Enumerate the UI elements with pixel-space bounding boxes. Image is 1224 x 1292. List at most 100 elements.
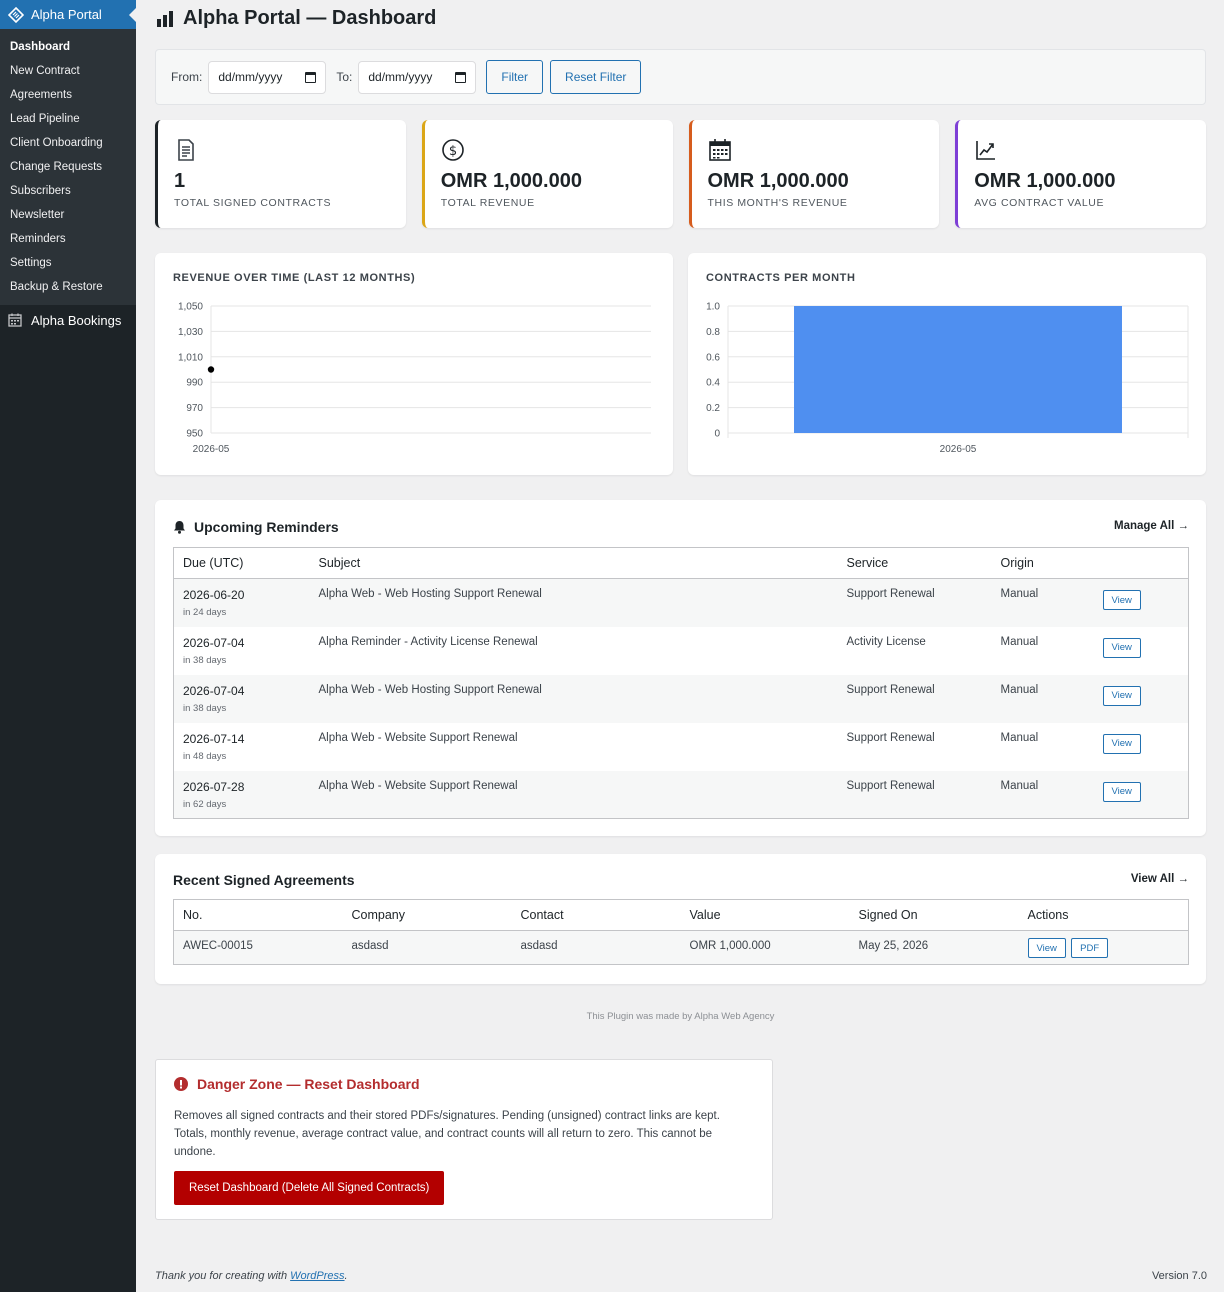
contracts-chart-title: CONTRACTS PER MONTH — [706, 272, 856, 284]
service-cell: Support Renewal — [846, 731, 935, 744]
sidebar-item-lead-pipeline[interactable]: Lead Pipeline — [0, 107, 136, 131]
admin-sidebar: Alpha Portal Dashboard New Contract Agre… — [0, 0, 136, 1292]
view-button[interactable]: View — [1102, 590, 1141, 610]
subject-cell: Alpha Web - Web Hosting Support Renewal — [309, 674, 838, 723]
sidebar-item-dashboard[interactable]: Dashboard — [0, 35, 136, 59]
page-title-text: Alpha Portal — Dashboard — [183, 7, 437, 29]
reset-filter-button[interactable]: Reset Filter — [550, 60, 642, 94]
sidebar-brand-label: Alpha Portal — [31, 7, 102, 22]
footer-thanks: Thank you for creating with WordPress. — [155, 1270, 348, 1282]
y-tick-label: 1,010 — [178, 352, 203, 363]
agreement-contact: asdasd — [511, 930, 681, 965]
origin-cell: Manual — [1000, 635, 1039, 648]
document-icon — [174, 138, 198, 162]
y-tick-label: 0.2 — [706, 403, 720, 414]
y-tick-label: 0.6 — [706, 352, 720, 363]
sidebar-item-backup-restore[interactable]: Backup & Restore — [0, 275, 136, 299]
wp-footer: Thank you for creating with WordPress. V… — [155, 1270, 1207, 1282]
column-header — [1093, 547, 1189, 579]
recent-agreements-panel: Recent Signed Agreements View All → No. … — [155, 854, 1206, 984]
bell-icon — [173, 520, 186, 534]
calendar-icon — [305, 71, 317, 83]
column-header: Company — [342, 899, 512, 931]
stat-value: OMR 1,000.000 — [974, 170, 1116, 192]
svg-text:$: $ — [449, 144, 457, 159]
origin-cell: Manual — [991, 674, 1094, 723]
due-relative: in 24 days — [183, 607, 227, 618]
danger-zone-panel: Danger Zone — Reset Dashboard Removes al… — [155, 1059, 773, 1220]
sidebar-item-change-requests[interactable]: Change Requests — [0, 155, 136, 179]
bar-chart-icon — [155, 9, 175, 29]
stat-value: OMR 1,000.000 — [440, 170, 582, 192]
revenue-line-chart: 1,050 1,030 1,010 990 970 950 2026-05 — [178, 302, 651, 455]
subject-cell: Alpha Web - Website Support Renewal — [318, 731, 518, 744]
sidebar-item-agreements[interactable]: Agreements — [0, 83, 136, 107]
agreement-company: asdasd — [342, 930, 512, 965]
calendar-icon — [8, 313, 22, 327]
view-button[interactable]: View — [1027, 938, 1066, 958]
sidebar-item-new-contract[interactable]: New Contract — [0, 59, 136, 83]
view-button[interactable]: View — [1102, 733, 1141, 754]
sidebar-menu-alpha-bookings[interactable]: Alpha Bookings — [0, 305, 136, 335]
sidebar-item-reminders[interactable]: Reminders — [0, 227, 136, 251]
from-label: From: — [171, 70, 203, 84]
contracts-chart-card: CONTRACTS PER MONTH 1.0 0.8 0.6 0.4 0.2 0 2026… — [688, 253, 1206, 475]
warning-icon — [174, 1077, 188, 1091]
x-tick-label: 2026-05 — [193, 444, 230, 455]
footer-thanks-text: Thank you for creating with — [155, 1270, 291, 1282]
sidebar-submenu: Dashboard New Contract Agreements Lead P… — [0, 29, 136, 305]
origin-cell: Manual — [1000, 731, 1039, 744]
view-button[interactable]: View — [1102, 781, 1141, 802]
from-date-value: dd/mm/yyyy — [218, 70, 283, 84]
wordpress-link[interactable]: WordPress — [290, 1270, 344, 1282]
service-cell: Activity License — [846, 635, 926, 648]
stat-label: THIS MONTH'S REVENUE — [707, 197, 848, 209]
due-relative: in 38 days — [183, 654, 227, 666]
agreement-signed-on: May 25, 2026 — [849, 930, 1019, 965]
version-text: Version 7.0 — [1151, 1270, 1207, 1282]
column-header: No. — [173, 899, 343, 931]
pdf-button[interactable]: PDF — [1071, 938, 1109, 958]
agreement-number: AWEC-00015 — [173, 930, 343, 965]
manage-all-link[interactable]: Manage All → — [1114, 520, 1189, 532]
sidebar-item-subscribers[interactable]: Subscribers — [0, 179, 136, 203]
reminders-table: Due (UTC) Subject Service Origin 2026-06… — [173, 547, 1189, 819]
column-header: Contact — [511, 899, 681, 931]
stat-label: AVG CONTRACT VALUE — [974, 197, 1105, 209]
y-tick-label: 1.0 — [706, 302, 720, 313]
column-header: Service — [837, 547, 992, 579]
to-label: To: — [336, 70, 353, 84]
footer-thanks-suffix: . — [344, 1270, 348, 1282]
filter-button[interactable]: Filter — [486, 60, 544, 94]
calendar-icon — [708, 138, 732, 162]
bar — [794, 306, 1122, 433]
service-cell: Support Renewal — [837, 770, 992, 819]
sidebar-item-newsletter[interactable]: Newsletter — [0, 203, 136, 227]
trend-chart-icon — [974, 138, 998, 162]
origin-cell: Manual — [991, 770, 1094, 819]
sidebar-item-client-onboarding[interactable]: Client Onboarding — [0, 131, 136, 155]
due-relative: in 38 days — [183, 702, 227, 714]
subject-cell: Alpha Web - Website Support Renewal — [309, 770, 838, 819]
sidebar-item-settings[interactable]: Settings — [0, 251, 136, 275]
column-header: Subject — [309, 547, 838, 579]
y-tick-label: 950 — [186, 429, 203, 440]
from-date-input[interactable]: dd/mm/yyyy — [208, 60, 327, 94]
sidebar-brand-alpha-portal[interactable]: Alpha Portal — [0, 0, 136, 29]
due-date: 2026-07-14 — [183, 731, 245, 746]
view-button[interactable]: View — [1102, 685, 1141, 706]
column-header: Value — [680, 899, 850, 931]
agreements-table: No. Company Contact Value Signed On Acti… — [173, 899, 1189, 965]
page-title: Alpha Portal — Dashboard — [155, 7, 436, 30]
stat-card-avg-value: OMR 1,000.000 AVG CONTRACT VALUE — [955, 120, 1206, 228]
y-tick-label: 0 — [714, 429, 720, 440]
view-button[interactable]: View — [1102, 637, 1141, 658]
reminders-heading: Upcoming Reminders — [173, 519, 339, 535]
to-date-input[interactable]: dd/mm/yyyy — [358, 60, 477, 94]
reset-dashboard-button[interactable]: Reset Dashboard (Delete All Signed Contr… — [174, 1171, 445, 1205]
subject-cell: Alpha Reminder - Activity License Renewa… — [318, 635, 538, 648]
x-tick-label: 2026-05 — [940, 444, 977, 455]
view-all-link[interactable]: View All → — [1131, 873, 1189, 885]
revenue-chart-title: REVENUE OVER TIME (LAST 12 MONTHS) — [173, 272, 416, 284]
y-tick-label: 0.4 — [706, 378, 720, 389]
